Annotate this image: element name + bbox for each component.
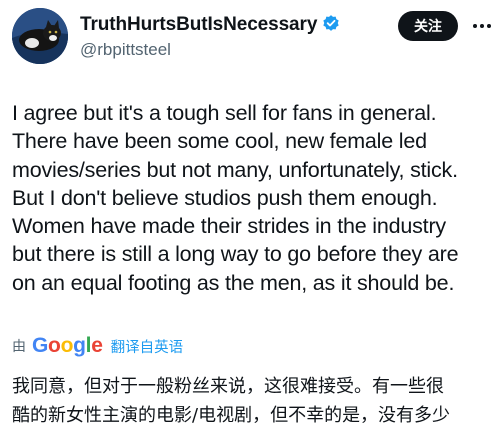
tweet-line: movies/series but not many, unfortunatel… xyxy=(12,157,458,182)
translated-from-english-link[interactable]: 翻译自英语 xyxy=(111,336,184,357)
google-logo-letter: o xyxy=(60,334,74,357)
google-logo-letter: g xyxy=(73,334,86,357)
tweet-line: There have been some cool, new female le… xyxy=(12,129,427,154)
translated-text: 我同意，但对于一般粉丝来说，这很难接受。有一些很 酷的新女性主演的电影/电视剧，… xyxy=(12,372,498,430)
translation-bar: 由 Google 翻译自英语 xyxy=(12,333,183,359)
google-logo-letter: e xyxy=(91,334,103,357)
translated-line: 酷的新女性主演的电影/电视剧，但不幸的是，没有多少 xyxy=(12,405,451,426)
display-name[interactable]: TruthHurtsButIsNecessary xyxy=(80,13,341,36)
tweet-line: Women have made their strides in the ind… xyxy=(12,214,446,239)
google-logo-letter: G xyxy=(32,334,49,357)
cat-avatar-icon xyxy=(12,8,68,64)
display-name-text: TruthHurtsButIsNecessary xyxy=(80,14,318,35)
translated-line: 我同意，但对于一般粉丝来说，这很难接受。有一些很 xyxy=(12,376,444,397)
tweet-line: But I don't believe studios push them en… xyxy=(12,185,438,210)
translated-by-label: 由 xyxy=(12,339,26,355)
tweet-line: but there is still a long way to go befo… xyxy=(12,242,459,267)
tweet-line: on an equal footing as the men, as it sh… xyxy=(12,270,455,295)
user-handle[interactable]: @rbpittsteel xyxy=(80,40,171,60)
more-options-icon[interactable] xyxy=(470,14,494,38)
tweet-line: I agree but it's a tough sell for fans i… xyxy=(12,101,437,125)
verified-badge-icon xyxy=(323,15,339,31)
tweet-text: I agree but it's a tough sell for fans i… xyxy=(12,99,498,297)
google-logo-letter: o xyxy=(48,334,61,357)
google-logo: Google xyxy=(32,334,103,358)
avatar[interactable] xyxy=(12,8,68,64)
follow-button[interactable]: 关注 xyxy=(398,11,458,41)
